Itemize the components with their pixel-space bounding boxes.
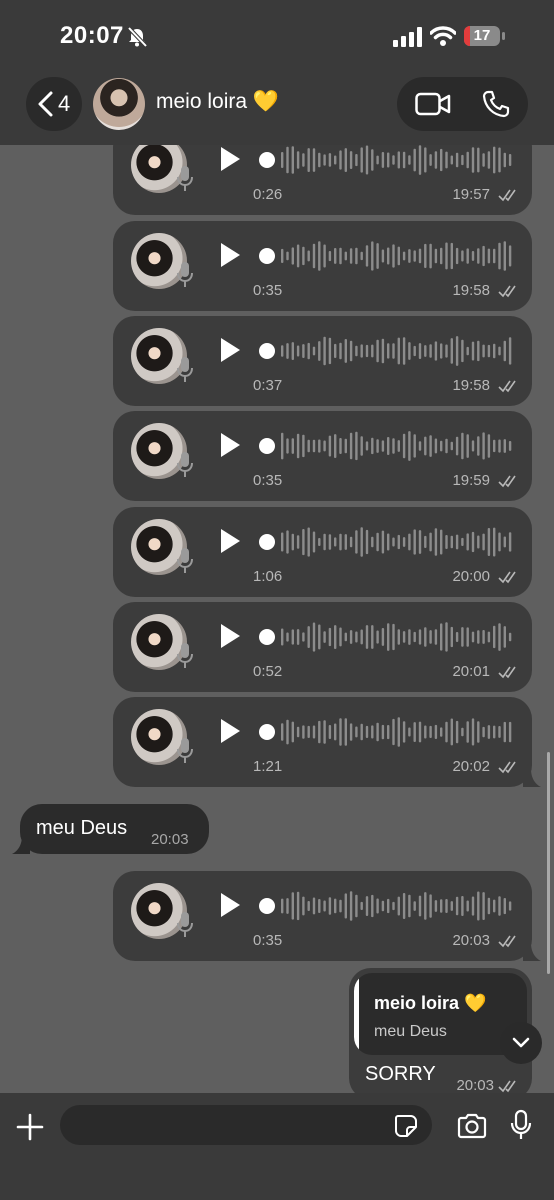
microphone-icon: [177, 643, 193, 668]
unread-count: 4: [58, 91, 71, 116]
message-time: 19:57: [452, 186, 490, 203]
voice-duration: 0:35: [253, 282, 283, 299]
voice-waveform[interactable]: [281, 715, 513, 749]
battery-percent: 17: [473, 27, 491, 44]
message-time: 20:03: [151, 831, 189, 848]
double-check-icon: [498, 380, 516, 393]
voice-waveform[interactable]: [281, 334, 513, 368]
voice-waveform[interactable]: [281, 239, 513, 273]
chevron-down-icon: [512, 1037, 530, 1048]
playback-scrubber[interactable]: [259, 438, 275, 454]
bell-slash-icon: [127, 26, 148, 48]
bubble-tail: [12, 836, 30, 854]
playback-scrubber[interactable]: [259, 629, 275, 645]
message-time: 20:03: [456, 1077, 494, 1094]
voice-duration: 0:37: [253, 377, 283, 394]
sticker-icon[interactable]: [394, 1114, 418, 1138]
voice-waveform[interactable]: [281, 143, 513, 177]
microphone-icon: [177, 452, 193, 477]
play-icon[interactable]: [219, 892, 241, 918]
voice-duration: 0:35: [253, 472, 283, 489]
voice-message[interactable]: 0:35 20:03: [113, 871, 541, 961]
microphone-icon: [177, 912, 193, 937]
voice-duration: 1:06: [253, 568, 283, 585]
playback-scrubber[interactable]: [259, 152, 275, 168]
voice-duration: 0:26: [253, 186, 283, 203]
back-button[interactable]: 4: [26, 77, 82, 131]
incoming-message[interactable]: meu Deus 20:03: [12, 804, 209, 854]
microphone-icon[interactable]: [510, 1109, 532, 1141]
voice-duration: 1:21: [253, 758, 283, 775]
voice-waveform[interactable]: [281, 525, 513, 559]
playback-scrubber[interactable]: [259, 248, 275, 264]
bubble-tail: [523, 943, 541, 961]
plus-icon[interactable]: [16, 1113, 44, 1141]
play-icon[interactable]: [219, 528, 241, 554]
composer-bar: [0, 1093, 554, 1200]
quoted-author: meio loira 💛: [374, 993, 487, 1013]
message-time: 20:00: [452, 568, 490, 585]
double-check-icon: [498, 935, 516, 948]
chevron-left-icon: [38, 91, 53, 117]
voice-waveform[interactable]: [281, 620, 513, 654]
message-time: 19:58: [452, 377, 490, 394]
microphone-icon: [177, 738, 193, 763]
voice-duration: 0:52: [253, 663, 283, 680]
microphone-icon: [177, 548, 193, 573]
play-icon[interactable]: [219, 718, 241, 744]
voice-waveform[interactable]: [281, 429, 513, 463]
message-text: meu Deus: [36, 817, 128, 839]
wifi-icon: [430, 26, 456, 46]
play-icon[interactable]: [219, 146, 241, 172]
cellular-signal-icon: [393, 27, 422, 47]
playback-scrubber[interactable]: [259, 343, 275, 359]
message-time: 20:03: [452, 932, 490, 949]
message-text: SORRY: [365, 1063, 436, 1085]
playback-scrubber[interactable]: [259, 724, 275, 740]
double-check-icon: [498, 761, 516, 774]
voice-message[interactable]: 0:35 19:59: [113, 411, 532, 501]
message-time: 19:58: [452, 282, 490, 299]
contact-avatar[interactable]: [93, 78, 145, 130]
voice-message[interactable]: 1:06 20:00: [113, 507, 532, 597]
double-check-icon: [498, 189, 516, 202]
video-camera-icon[interactable]: [415, 92, 451, 116]
call-actions: [397, 77, 528, 131]
voice-waveform[interactable]: [281, 889, 513, 923]
message-time: 20:01: [452, 663, 490, 680]
battery-indicator: 17: [464, 26, 506, 48]
voice-duration: 0:35: [253, 932, 283, 949]
message-time: 19:59: [452, 472, 490, 489]
scroll-to-bottom-button[interactable]: [500, 1022, 542, 1064]
playback-scrubber[interactable]: [259, 898, 275, 914]
double-check-icon: [498, 285, 516, 298]
quoted-text: meu Deus: [374, 1023, 447, 1040]
microphone-icon: [177, 166, 193, 191]
message-input[interactable]: [60, 1105, 432, 1145]
voice-message[interactable]: 0:35 19:58: [113, 221, 532, 311]
message-time: 20:02: [452, 758, 490, 775]
playback-scrubber[interactable]: [259, 534, 275, 550]
double-check-icon: [498, 1080, 516, 1093]
microphone-icon: [177, 262, 193, 287]
double-check-icon: [498, 475, 516, 488]
phone-icon[interactable]: [482, 90, 510, 118]
voice-message[interactable]: 0:37 19:58: [113, 316, 532, 406]
chat-header: 20:07 17 4 meio loira 💛: [0, 0, 554, 145]
bubble-tail: [523, 769, 541, 787]
play-icon[interactable]: [219, 623, 241, 649]
double-check-icon: [498, 571, 516, 584]
camera-icon[interactable]: [457, 1113, 487, 1139]
microphone-icon: [177, 357, 193, 382]
voice-message[interactable]: 1:21 20:02: [113, 697, 541, 787]
contact-name[interactable]: meio loira 💛: [156, 90, 279, 114]
status-time: 20:07: [60, 22, 124, 49]
play-icon[interactable]: [219, 242, 241, 268]
voice-message[interactable]: 0:52 20:01: [113, 602, 532, 692]
scrollbar[interactable]: [547, 752, 550, 974]
play-icon[interactable]: [219, 432, 241, 458]
double-check-icon: [498, 666, 516, 679]
play-icon[interactable]: [219, 337, 241, 363]
quote-bar: [354, 973, 359, 1055]
